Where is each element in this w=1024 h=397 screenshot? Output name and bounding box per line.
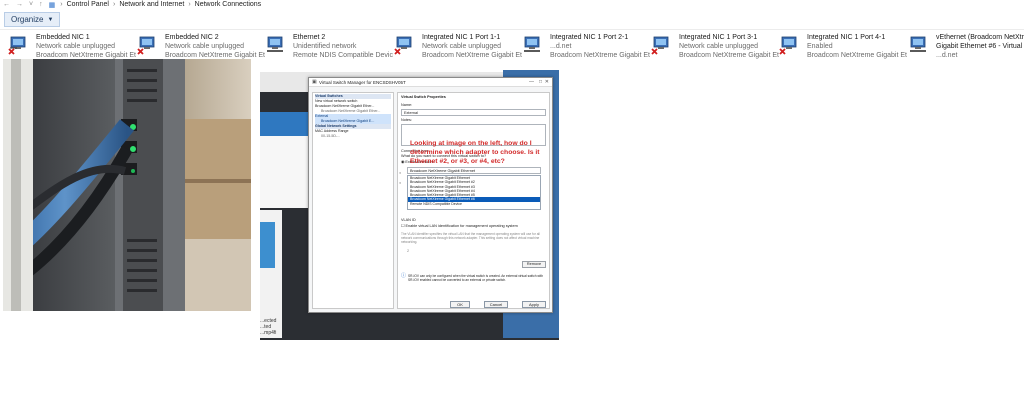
vlan-id-field[interactable]: 2 (407, 249, 409, 254)
adapter-name: Integrated NIC 1 Port 2-1 (550, 34, 629, 41)
cancel-button[interactable]: Cancel (484, 301, 508, 308)
remove-button[interactable]: Remove (522, 261, 546, 268)
breadcrumb-network-internet[interactable]: Network and Internet (119, 1, 184, 8)
adapter-option[interactable]: Remote NDIS Compatible Device (408, 202, 540, 206)
tree-item-mac-sub: 00-15-5D-... (321, 134, 341, 138)
virtual-switch-manager-dialog: Virtual Switch Manager for ENCSDSHV05T ▣… (308, 77, 553, 313)
radio-unselected-icon[interactable]: ○ (399, 181, 401, 186)
adapter-name: Integrated NIC 1 Port 1-1 (422, 34, 501, 41)
control-panel-icon: ▦ (48, 1, 56, 9)
error-x-icon (779, 48, 786, 55)
close-icon[interactable]: ✕ (545, 79, 549, 85)
properties-heading: Virtual Switch Properties (401, 95, 446, 99)
back-arrow-icon[interactable]: ← (3, 1, 10, 8)
adapter-status: Network cable unplugged (165, 43, 244, 50)
adapter-name: Ethernet 2 (293, 34, 326, 41)
network-adapter-icon (779, 36, 797, 55)
adapter-name: Embedded NIC 2 (165, 34, 219, 41)
organize-label: Organize (11, 15, 44, 24)
command-bar: Organize ▼ (0, 10, 1024, 30)
switch-manager-icon: ▣ (312, 79, 317, 85)
adapter-status: Unidentified network (293, 43, 357, 50)
adapter-device: Broadcom NetXtreme Gigabit Eth... (422, 52, 522, 59)
sriov-note: ⓘ SR-IOV can only be configured when the… (401, 273, 545, 283)
forward-arrow-icon[interactable]: → (16, 1, 23, 8)
adapter-status: Network cable unplugged (422, 43, 501, 50)
adapter-device: Broadcom NetXtreme Gigabit Eth... (807, 52, 907, 59)
adapter-select[interactable]: Broadcom NetXtreme Gigabit Ethernet (407, 167, 541, 174)
adapter-device: Broadcom NetXtreme Gigabit Eth... (679, 52, 779, 59)
maximize-icon[interactable]: □ (539, 79, 542, 85)
radio-selected-icon: ◉ (401, 160, 405, 164)
question-annotation: Looking at image on the left, how do I d… (410, 140, 540, 165)
breadcrumb-separator-icon: › (112, 1, 116, 8)
adapter-list: Embedded NIC 1 Network cable unplugged B… (0, 31, 1024, 61)
dialog-titlebar: Virtual Switch Manager for ENCSDSHV05T ▣… (309, 78, 552, 87)
vlan-help-text: The VLAN identifier specifies the virtua… (401, 232, 540, 244)
network-adapter-icon (910, 36, 926, 52)
breadcrumb-network-connections[interactable]: Network Connections (195, 1, 262, 8)
screenshot-root: ← → ˅ ↑ ▦ › Control Panel › Network and … (0, 0, 1024, 397)
checkbox-icon: ☐ (401, 224, 405, 228)
network-adapter-icon (8, 36, 26, 55)
apply-button[interactable]: Apply (522, 301, 546, 308)
adapter-name: Embedded NIC 1 (36, 34, 90, 41)
name-label: Name: (401, 103, 413, 107)
network-adapter-icon (394, 36, 412, 55)
error-x-icon (8, 48, 15, 55)
organize-button[interactable]: Organize ▼ (4, 12, 61, 27)
name-field[interactable]: External (401, 109, 546, 116)
server-photo (3, 59, 251, 311)
vlan-checkbox[interactable]: ☐ Enable virtual LAN identification for … (401, 224, 518, 229)
network-adapter-icon (524, 36, 540, 52)
blue-tile (260, 222, 275, 268)
adapter-status: ...d.net (550, 43, 572, 50)
notes-label: Notes: (401, 118, 412, 122)
error-x-icon (394, 48, 401, 55)
adapter-device: Broadcom NetXtreme Gigabit Eth... (550, 52, 650, 59)
error-x-icon (651, 48, 658, 55)
up-arrow-icon[interactable]: ↑ (39, 1, 43, 8)
switch-properties-pane: Virtual Switch Properties Name: External… (397, 92, 550, 309)
adapter-status: Network cable unplugged (36, 43, 115, 50)
adapter-status: Enabled (807, 43, 833, 50)
server-photo-image (3, 59, 251, 311)
radio-unselected-icon[interactable]: ○ (399, 171, 401, 176)
breadcrumb-separator-icon: › (60, 1, 63, 8)
sriov-note-text: SR-IOV can only be configured when the v… (408, 274, 544, 282)
adapter-status: Gigabit Ethernet #6 - Virtual Swi (936, 43, 1024, 50)
dialog-title: Virtual Switch Manager for ENCSDSHV05T (319, 79, 406, 85)
adapter-name: Integrated NIC 1 Port 4-1 (807, 34, 886, 41)
adapter-name: Integrated NIC 1 Port 3-1 (679, 34, 758, 41)
minimize-icon[interactable]: — (529, 79, 534, 85)
vlan-checkbox-label: Enable virtual LAN identification for ma… (405, 224, 518, 228)
breadcrumb-separator-icon: › (188, 1, 191, 8)
breadcrumb-control-panel[interactable]: Control Panel (67, 1, 109, 8)
ok-button[interactable]: OK (450, 301, 470, 308)
network-adapter-icon (137, 36, 155, 55)
adapter-device: Remote NDIS Compatible Device (293, 52, 393, 59)
chevron-down-icon: ▼ (47, 16, 54, 23)
vlan-label: VLAN ID (401, 218, 416, 222)
address-bar[interactable]: ← → ˅ ↑ ▦ › Control Panel › Network and … (0, 0, 1024, 9)
adapter-vethernet[interactable]: vEthernet (Broadcom NetXtreme Gigabit Et… (908, 33, 1024, 61)
info-icon: ⓘ (401, 273, 407, 279)
text-fragment: ...mp4fi (260, 330, 277, 336)
adapter-name: vEthernet (Broadcom NetXtreme (936, 34, 1024, 41)
adapter-dropdown-list[interactable]: Broadcom NetXtreme Gigabit Ethernet Broa… (407, 175, 541, 210)
adapter-device: ...d.net (936, 52, 958, 59)
network-adapter-icon (651, 36, 669, 55)
error-x-icon (137, 48, 144, 55)
adapter-status: Network cable unplugged (679, 43, 758, 50)
recent-dropdown-icon[interactable]: ˅ (29, 1, 33, 8)
network-adapter-icon (267, 36, 283, 52)
switch-tree[interactable]: Virtual Switches New virtual network swi… (312, 92, 394, 309)
